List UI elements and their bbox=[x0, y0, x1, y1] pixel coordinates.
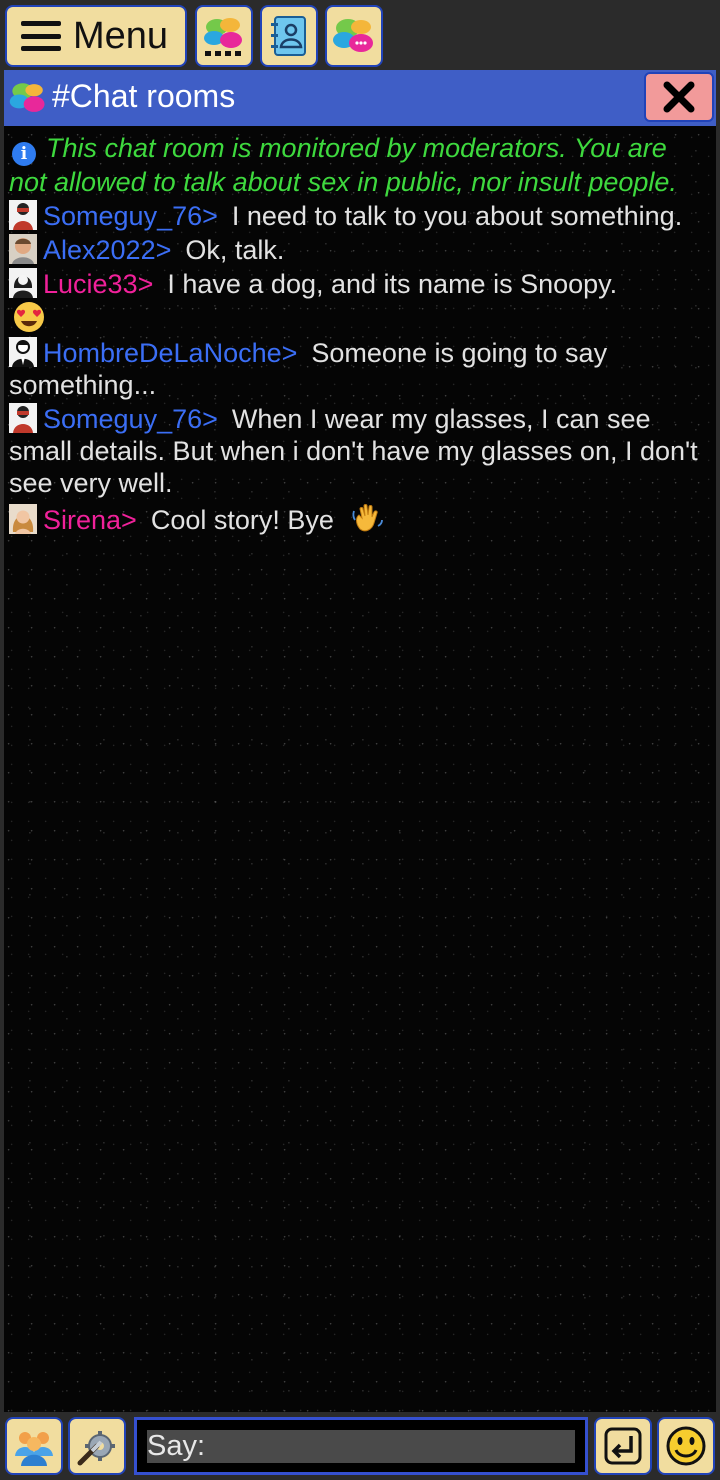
notice-text: This chat room is monitored by moderator… bbox=[9, 133, 677, 197]
enter-key-icon bbox=[604, 1427, 642, 1465]
close-button[interactable] bbox=[644, 72, 714, 122]
moderation-notice: i This chat room is monitored by moderato… bbox=[9, 132, 708, 198]
window-title: #Chat rooms bbox=[52, 78, 236, 114]
chat-message: Lucie33> I have a dog, and its name is Sn… bbox=[9, 268, 708, 335]
send-button[interactable] bbox=[594, 1417, 652, 1475]
users-group-icon bbox=[15, 1432, 53, 1466]
users-button[interactable] bbox=[5, 1417, 63, 1475]
chat-message: HombreDeLaNoche> Someone is going to say … bbox=[9, 337, 708, 401]
emoji-picker-button[interactable] bbox=[657, 1417, 715, 1475]
message-username[interactable]: Someguy_76> bbox=[43, 404, 218, 434]
suit-man-avatar-icon[interactable] bbox=[9, 337, 37, 367]
message-username[interactable]: Lucie33> bbox=[43, 269, 153, 299]
waving-hand-emoji-icon bbox=[352, 504, 384, 532]
chat-bubbles-icon bbox=[333, 19, 373, 52]
settings-button[interactable] bbox=[68, 1417, 126, 1475]
chat-message: Someguy_76> When I wear my glasses, I can… bbox=[9, 403, 708, 499]
message-username[interactable]: Someguy_76> bbox=[43, 201, 218, 231]
chat-log[interactable]: i This chat room is monitored by moderato… bbox=[4, 126, 716, 1412]
chat-bubbles-list-icon bbox=[204, 18, 242, 56]
message-username[interactable]: HombreDeLaNoche> bbox=[43, 338, 297, 368]
close-icon bbox=[663, 81, 695, 113]
tools-icon bbox=[77, 1431, 115, 1466]
message-text: Cool story! Bye bbox=[150, 505, 334, 535]
window-titlebar: #Chat rooms bbox=[4, 70, 716, 126]
menu-label: Menu bbox=[73, 14, 169, 57]
message-text: Ok, talk. bbox=[185, 235, 285, 265]
menu-button[interactable]: Menu bbox=[5, 5, 187, 67]
chat-message: Someguy_76> I need to talk to you about s… bbox=[9, 200, 708, 232]
message-username[interactable]: Alex2022> bbox=[43, 235, 171, 265]
masked-avatar-icon[interactable] bbox=[9, 403, 37, 433]
hamburger-icon bbox=[21, 21, 61, 51]
top-toolbar: Menu bbox=[0, 0, 720, 70]
heart-eyes-emoji-icon bbox=[14, 302, 44, 332]
message-input[interactable] bbox=[134, 1417, 588, 1475]
message-text: I need to talk to you about something. bbox=[231, 201, 683, 231]
man-photo-avatar-icon[interactable] bbox=[9, 234, 37, 264]
chat-message: Alex2022> Ok, talk. bbox=[9, 234, 708, 266]
bottom-toolbar bbox=[0, 1412, 720, 1480]
woman-photo-avatar-icon[interactable] bbox=[9, 504, 37, 534]
chat-rooms-list-button[interactable] bbox=[195, 5, 253, 67]
address-book-icon bbox=[271, 16, 306, 56]
chat-message: Sirena> Cool story! Bye bbox=[9, 501, 708, 536]
chat-bubbles-icon bbox=[9, 83, 45, 112]
masked-avatar-icon[interactable] bbox=[9, 200, 37, 230]
chat-rooms-button[interactable] bbox=[325, 5, 383, 67]
message-username[interactable]: Sirena> bbox=[43, 505, 137, 535]
info-icon: i bbox=[12, 142, 36, 166]
message-text: I have a dog, and its name is Snoopy. bbox=[167, 269, 618, 299]
smiley-icon bbox=[666, 1426, 706, 1466]
app-root: Menu #Chat rooms i This chat room is mon… bbox=[0, 0, 720, 1480]
woman-avatar-icon[interactable] bbox=[9, 268, 37, 298]
contacts-button[interactable] bbox=[260, 5, 318, 67]
